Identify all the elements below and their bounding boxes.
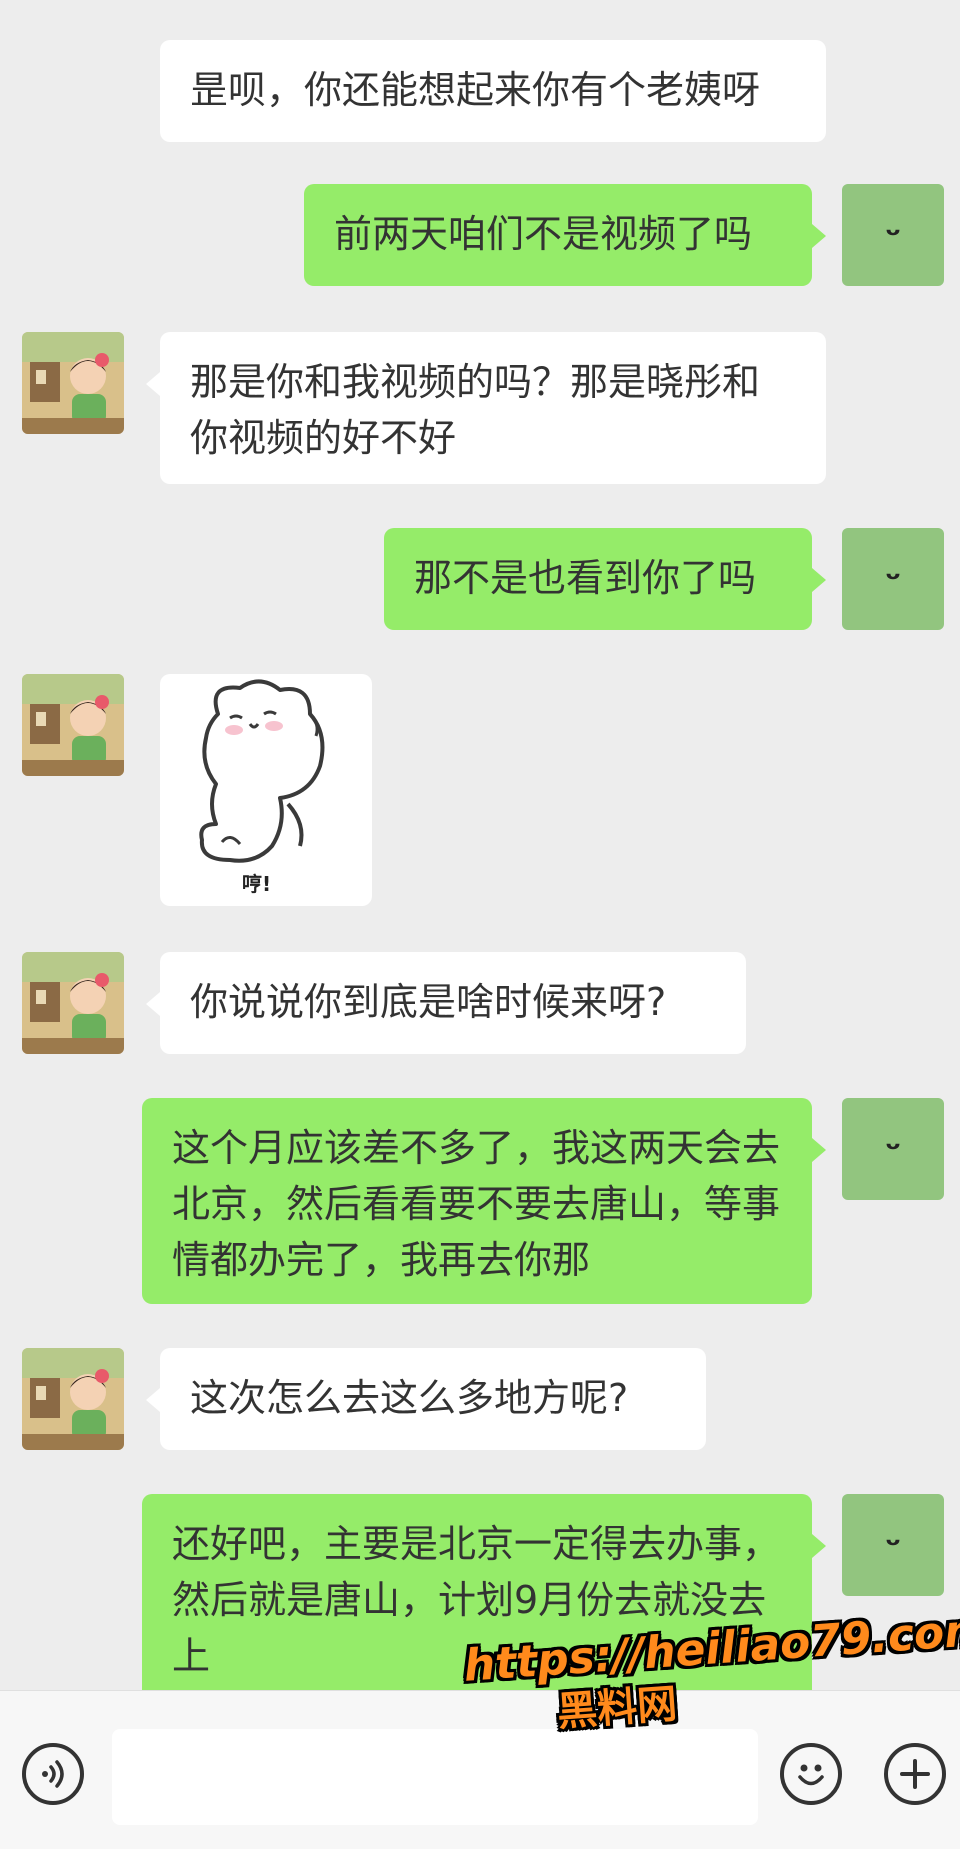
message-bubble-received: 那是你和我视频的吗？那是晓彤和你视频的好不好 xyxy=(160,332,826,484)
contact-avatar[interactable] xyxy=(22,952,124,1054)
smile-icon: ᵕ xyxy=(884,215,902,255)
message-bubble-sent: 那不是也看到你了吗 xyxy=(384,528,812,630)
message-text: 你说说你到底是啥时候来呀? xyxy=(190,980,667,1024)
cartoon-girl-avatar-icon xyxy=(22,332,124,434)
contact-avatar[interactable] xyxy=(22,332,124,434)
self-avatar[interactable]: ᵕ xyxy=(842,184,944,286)
chat-area: 昰呗，你还能想起来你有个老姨呀 ᵕ 前两天咱们不是视频了吗 那是你和我视频的吗？… xyxy=(0,0,960,1690)
voice-icon[interactable] xyxy=(22,1743,84,1805)
sticker-message[interactable]: 哼! xyxy=(160,674,372,906)
cartoon-girl-avatar-icon xyxy=(22,952,124,1054)
self-avatar[interactable]: ᵕ xyxy=(842,528,944,630)
contact-avatar[interactable] xyxy=(22,674,124,776)
message-bubble-received: 这次怎么去这么多地方呢? xyxy=(160,1348,706,1450)
message-text: 昰呗，你还能想起来你有个老姨呀 xyxy=(190,68,761,112)
contact-avatar[interactable] xyxy=(22,1348,124,1450)
message-text: 前两天咱们不是视频了吗 xyxy=(334,212,753,256)
message-text: 这个月应该差不多了，我这两天会去北京，然后看看要不要去唐山，等事情都办完了，我再… xyxy=(172,1126,781,1282)
self-avatar[interactable]: ᵕ xyxy=(842,1494,944,1596)
self-avatar[interactable]: ᵕ xyxy=(842,1098,944,1200)
message-bubble-received: 昰呗，你还能想起来你有个老姨呀 xyxy=(160,40,826,142)
message-text: 那是你和我视频的吗？那是晓彤和你视频的好不好 xyxy=(190,360,761,460)
sticker-caption: 哼! xyxy=(242,872,272,896)
emoji-icon[interactable] xyxy=(780,1743,842,1805)
message-bubble-sent: 这个月应该差不多了，我这两天会去北京，然后看看要不要去唐山，等事情都办完了，我再… xyxy=(142,1098,812,1304)
smile-icon: ᵕ xyxy=(884,1129,902,1169)
message-bubble-received: 你说说你到底是啥时候来呀? xyxy=(160,952,746,1054)
message-text: 那不是也看到你了吗 xyxy=(414,556,757,600)
cartoon-girl-avatar-icon xyxy=(22,674,124,776)
message-bubble-sent: 前两天咱们不是视频了吗 xyxy=(304,184,812,286)
smile-icon: ᵕ xyxy=(884,1525,902,1565)
plus-icon[interactable] xyxy=(884,1743,946,1805)
cartoon-girl-avatar-icon xyxy=(22,1348,124,1450)
message-text: 这次怎么去这么多地方呢? xyxy=(190,1376,629,1420)
smile-icon: ᵕ xyxy=(884,559,902,599)
